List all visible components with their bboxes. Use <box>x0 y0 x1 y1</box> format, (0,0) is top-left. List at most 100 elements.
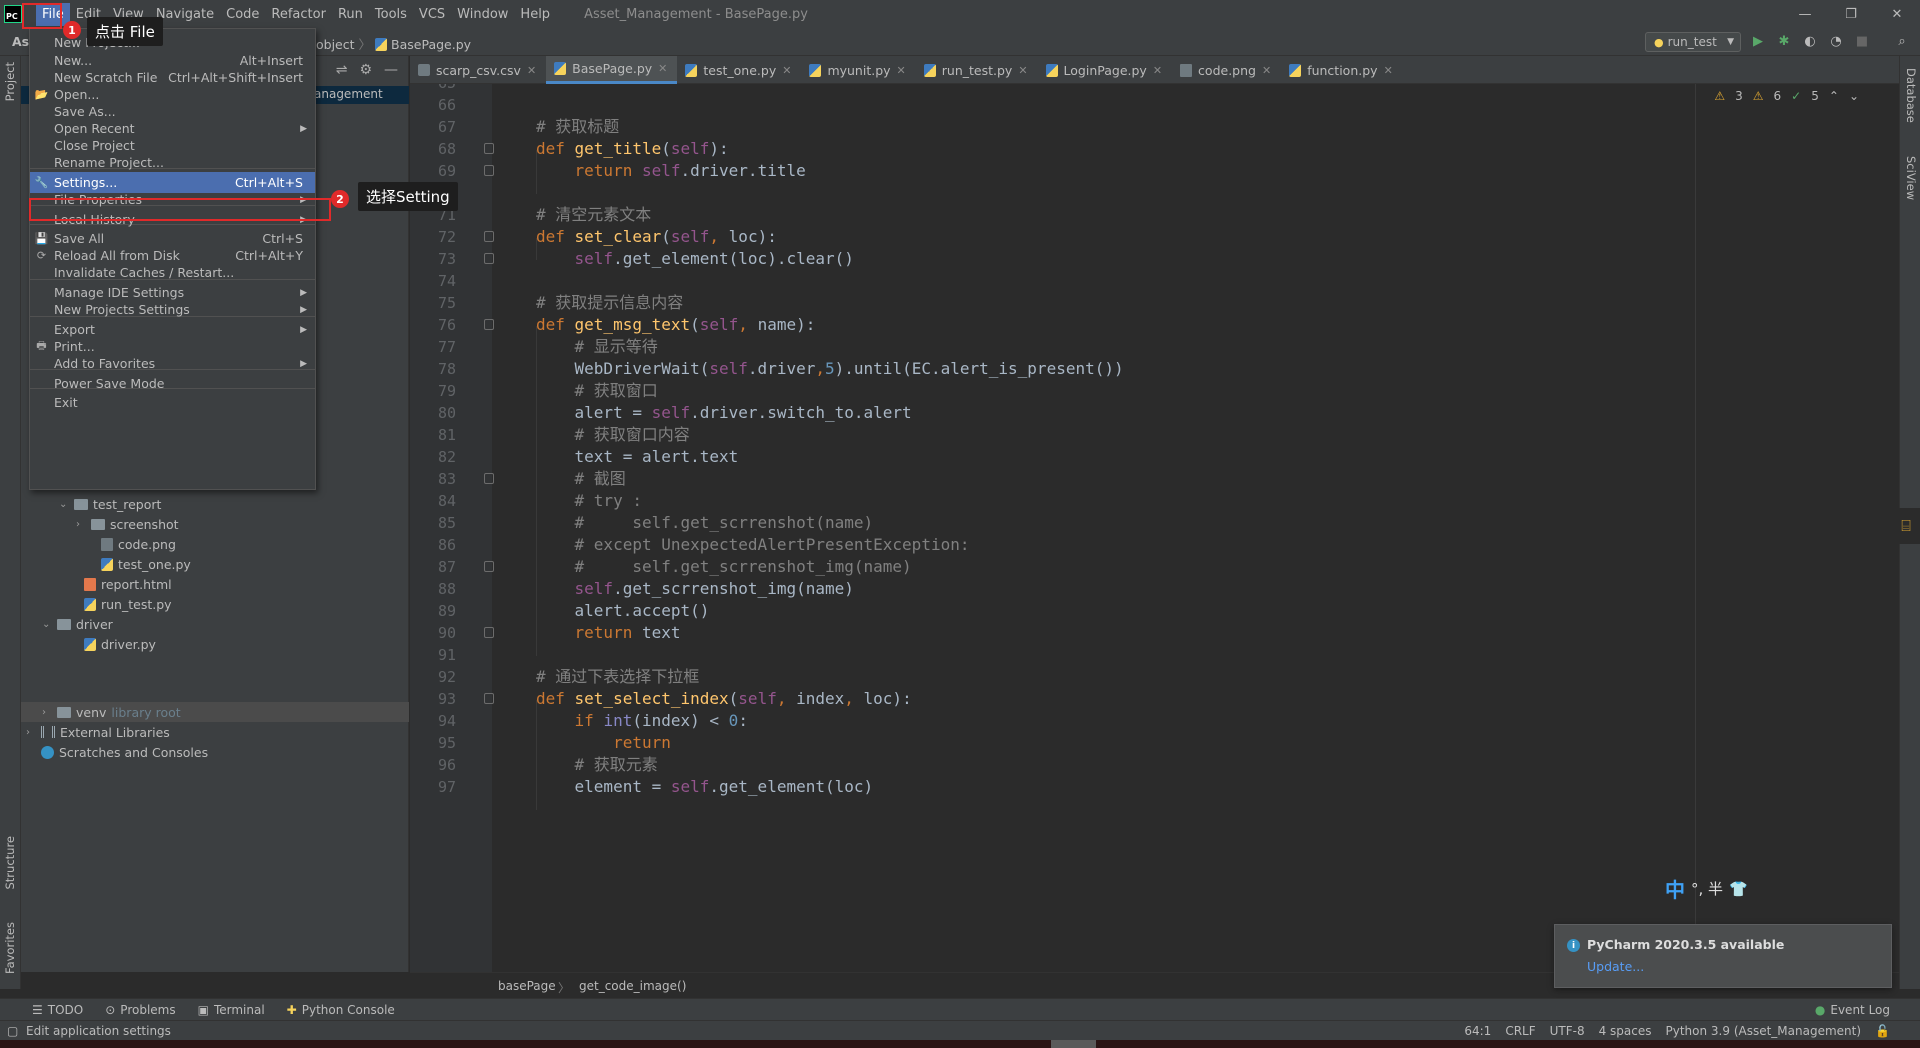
tree-item-test-report[interactable]: ⌄ test_report <box>59 494 161 514</box>
python-interpreter[interactable]: Python 3.9 (Asset_Management) <box>1666 1024 1862 1038</box>
close-tab-icon[interactable]: ✕ <box>527 64 536 77</box>
breadcrumb-class[interactable]: basePage <box>498 979 556 993</box>
status-toggle-icon[interactable]: ▢ <box>7 1024 18 1038</box>
close-tab-icon[interactable]: ✕ <box>1262 64 1271 77</box>
coverage-icon[interactable]: ◐ <box>1802 33 1818 49</box>
menu-tools[interactable]: Tools <box>369 3 413 26</box>
code-token: 5 <box>825 359 835 378</box>
tab-loginpage[interactable]: LoginPage.py ✕ <box>1038 56 1173 84</box>
file-menu-item-rename-project[interactable]: Rename Project... <box>30 152 315 173</box>
file-encoding[interactable]: UTF-8 <box>1550 1024 1585 1038</box>
structure-tool-tab[interactable]: Structure <box>3 836 17 890</box>
terminal-tool-button[interactable]: ▣ Terminal <box>198 1003 265 1017</box>
project-tool-tab[interactable]: Project <box>3 62 17 101</box>
menu-refactor[interactable]: Refactor <box>265 3 332 26</box>
line-number: 92 <box>437 668 456 686</box>
python-console-tool-button[interactable]: ✚ Python Console <box>287 1003 395 1017</box>
fold-marker-icon[interactable] <box>484 143 494 154</box>
tree-item-scratches[interactable]: Scratches and Consoles <box>41 742 208 762</box>
menu-vcs[interactable]: VCS <box>413 3 451 26</box>
close-tab-icon[interactable]: ✕ <box>1018 64 1027 77</box>
lock-icon[interactable]: 🔓 <box>1875 1024 1890 1038</box>
debug-icon[interactable]: ✱ <box>1776 33 1792 49</box>
tree-item-code-png[interactable]: code.png <box>101 534 176 554</box>
favorites-tool-tab[interactable]: Favorites <box>3 922 17 974</box>
close-tab-icon[interactable]: ✕ <box>1384 64 1393 77</box>
caret-position[interactable]: 64:1 <box>1464 1024 1491 1038</box>
close-icon[interactable]: ✕ <box>1874 0 1920 28</box>
line-separator[interactable]: CRLF <box>1505 1024 1535 1038</box>
fold-marker-icon[interactable] <box>484 231 494 242</box>
breadcrumb-method[interactable]: get_code_image() <box>579 979 686 993</box>
fold-marker-icon[interactable] <box>484 253 494 264</box>
tree-item-venv[interactable]: › venv library root <box>42 702 181 722</box>
file-menu-item-invalidate-caches-restart[interactable]: Invalidate Caches / Restart... <box>30 262 315 283</box>
fold-marker-icon[interactable] <box>484 165 494 176</box>
minimize-icon[interactable]: — <box>1782 0 1828 28</box>
tab-run-test[interactable]: run_test.py ✕ <box>916 56 1038 84</box>
todo-tool-button[interactable]: ☰ TODO <box>32 1003 83 1017</box>
close-tab-icon[interactable]: ✕ <box>658 62 667 75</box>
tab-myunit[interactable]: myunit.py ✕ <box>801 56 915 84</box>
code-token: # 获取元素 <box>574 755 658 774</box>
code-token: self <box>670 777 710 796</box>
tab-scarp-csv[interactable]: scarp_csv.csv ✕ <box>410 56 546 84</box>
indent-setting[interactable]: 4 spaces <box>1599 1024 1652 1038</box>
sciview-tool-tab[interactable]: SciView <box>1904 156 1918 200</box>
run-icon[interactable]: ▶ <box>1750 33 1766 49</box>
search-icon[interactable]: ⌕ <box>1894 33 1910 49</box>
tab-function[interactable]: function.py ✕ <box>1281 56 1403 84</box>
code-token: text = alert.text <box>536 447 739 466</box>
code-editor[interactable]: ⚠3 ⚠6 ✓5 ⌃ ⌄ 656667# 获取标题68def get_title… <box>410 84 1899 972</box>
fold-marker-icon[interactable] <box>484 319 494 330</box>
tree-item-test-one[interactable]: test_one.py <box>101 554 191 574</box>
file-menu-item-new-projects-settings[interactable]: New Projects Settings ▶ <box>30 299 315 320</box>
stop-icon[interactable]: ■ <box>1854 33 1870 49</box>
menu-run[interactable]: Run <box>332 3 369 26</box>
fold-marker-icon[interactable] <box>484 561 494 572</box>
tab-test-one[interactable]: test_one.py ✕ <box>677 56 801 84</box>
fold-marker-icon[interactable] <box>484 627 494 638</box>
hide-icon[interactable]: — <box>384 62 398 78</box>
problems-tool-button[interactable]: ⊙ Problems <box>105 1003 175 1017</box>
fold-marker-icon[interactable] <box>484 473 494 484</box>
code-token: loc): <box>728 227 777 246</box>
code-token: # 获取标题 <box>536 117 620 136</box>
folder-icon <box>91 518 105 530</box>
close-tab-icon[interactable]: ✕ <box>1153 64 1162 77</box>
crumb-file[interactable]: BasePage.py <box>391 37 471 52</box>
database-tool-tab[interactable]: Database <box>1904 68 1918 123</box>
tree-item-run-test[interactable]: run_test.py <box>84 594 172 614</box>
crumb-parent[interactable]: object <box>316 37 355 52</box>
close-tab-icon[interactable]: ✕ <box>897 64 906 77</box>
line-number: 82 <box>437 448 456 466</box>
tree-item-driver-py[interactable]: driver.py <box>84 634 156 654</box>
code-token: ).until(EC.alert_is_present()) <box>834 359 1124 378</box>
menu-window[interactable]: Window <box>451 3 514 26</box>
menu-help[interactable]: Help <box>514 3 556 26</box>
tree-item-report-html[interactable]: report.html <box>84 574 172 594</box>
menu-code[interactable]: Code <box>220 3 265 26</box>
fold-marker-icon[interactable] <box>484 693 494 704</box>
window-title: Asset_Management - BasePage.py <box>584 6 808 22</box>
file-menu-item-add-to-favorites[interactable]: Add to Favorites ▶ <box>30 353 315 374</box>
run-config-select[interactable]: ● run_test ▼ <box>1645 32 1741 52</box>
event-log-button[interactable]: ● Event Log <box>1815 1003 1890 1017</box>
gear-icon[interactable]: ⚙ <box>359 62 372 78</box>
tree-item-external-libraries[interactable]: › External Libraries <box>26 722 170 742</box>
update-link[interactable]: Update... <box>1587 959 1644 974</box>
restore-icon[interactable]: ❐ <box>1828 0 1874 28</box>
file-menu-item-exit[interactable]: Exit <box>30 392 315 413</box>
close-tab-icon[interactable]: ✕ <box>782 64 791 77</box>
annotation-step-1: 1 <box>63 21 81 39</box>
code-line: 90 return text <box>410 622 1899 644</box>
tab-basepage[interactable]: BasePage.py ✕ <box>546 56 678 84</box>
tree-item-driver[interactable]: ⌄ driver <box>42 614 113 634</box>
profile-icon[interactable]: ◔ <box>1828 33 1844 49</box>
ime-indicator[interactable]: 中 °, 半 👕 <box>1665 874 1748 903</box>
file-menu-item-power-save-mode[interactable]: Power Save Mode <box>30 373 315 394</box>
tab-code-png[interactable]: code.png ✕ <box>1172 56 1281 84</box>
collapse-all-icon[interactable]: ⇌ <box>336 62 348 78</box>
tree-item-screenshot[interactable]: › screenshot <box>76 514 179 534</box>
